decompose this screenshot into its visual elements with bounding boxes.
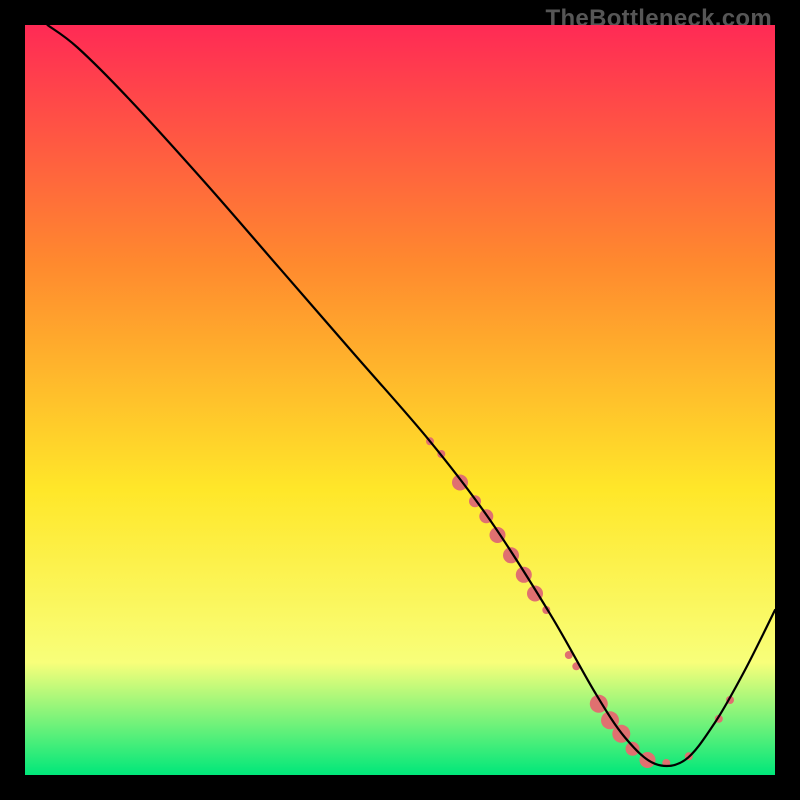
chart-plot-area xyxy=(25,25,775,775)
bottleneck-chart xyxy=(25,25,775,775)
data-marker xyxy=(626,742,640,756)
gradient-background xyxy=(25,25,775,775)
